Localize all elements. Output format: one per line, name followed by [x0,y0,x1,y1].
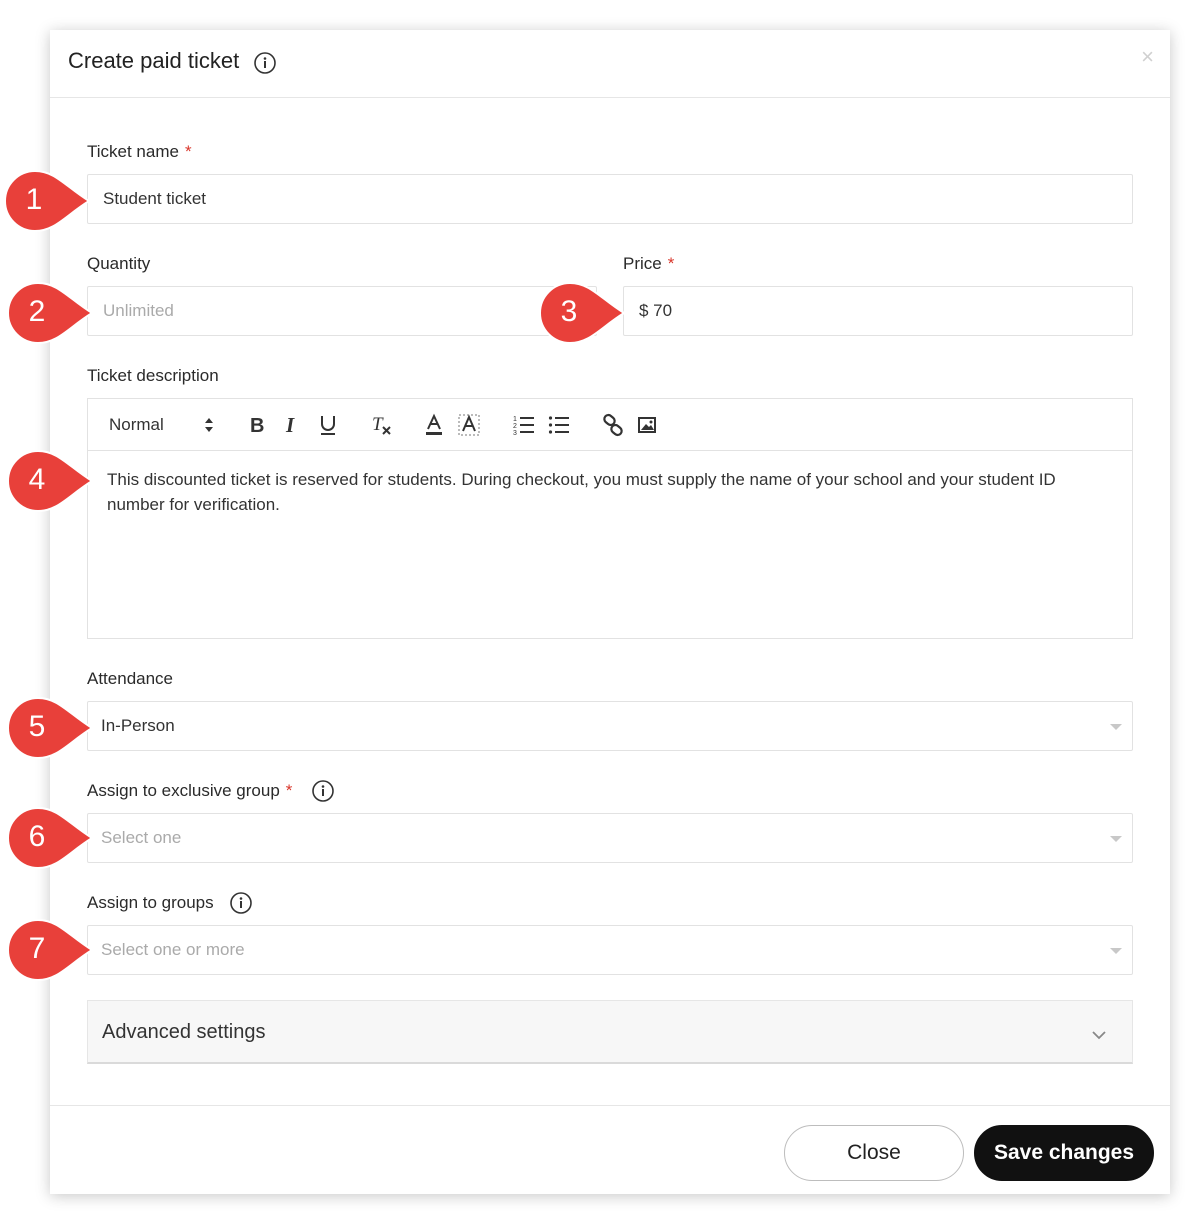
ordered-list-icon[interactable]: 123 [513,413,535,437]
callout-marker: 1 [3,168,93,233]
image-icon[interactable] [637,413,657,437]
callout-marker: 7 [6,917,96,982]
underline-icon[interactable] [318,413,338,437]
groups-label: Assign to groups [87,893,214,912]
required-marker: * [285,781,293,800]
required-marker: * [667,254,675,273]
required-marker: * [184,142,192,161]
callout-marker: 6 [6,805,96,870]
callout-number: 7 [28,932,46,965]
info-icon[interactable] [312,780,334,802]
exclusive-group-label-text: Assign to exclusive group [87,781,280,800]
bold-icon[interactable]: B [248,413,268,437]
bullet-list-icon[interactable] [548,413,570,437]
advanced-settings-label: Advanced settings [102,1021,266,1043]
dialog-title: Create paid ticket [68,48,240,73]
format-select[interactable]: Normal [109,415,164,439]
callout-marker: 3 [538,280,628,345]
rich-text-editor: Normal B I T 123 This discounted ticket … [87,398,1133,639]
quantity-input[interactable]: Unlimited [87,286,597,336]
save-changes-button[interactable]: Save changes [974,1125,1154,1181]
link-icon[interactable] [602,413,624,437]
ticket-name-label-text: Ticket name [87,142,179,161]
attendance-select[interactable]: In-Person [87,701,1133,751]
callout-number: 4 [28,463,46,496]
info-icon[interactable] [254,52,276,74]
svg-text:2: 2 [513,423,517,430]
groups-placeholder: Select one or more [101,940,245,959]
editor-toolbar: Normal B I T 123 [88,399,1132,451]
text-color-icon[interactable] [424,413,444,437]
callout-number: 6 [28,820,46,853]
svg-text:1: 1 [513,416,517,423]
svg-text:I: I [285,413,295,437]
dropdown-caret-icon [1110,948,1122,954]
callout-number: 3 [560,295,578,328]
exclusive-group-select[interactable]: Select one [87,813,1133,863]
dialog-header: Create paid ticket × [50,30,1170,98]
callout-marker: 5 [6,695,96,760]
description-text[interactable]: This discounted ticket is reserved for s… [107,467,1107,517]
close-icon[interactable]: × [1141,44,1154,70]
svg-text:T: T [372,414,384,435]
callout-number: 2 [28,295,46,328]
close-button[interactable]: Close [784,1125,964,1181]
callout-marker: 2 [6,280,96,345]
quantity-label: Quantity [87,254,151,273]
attendance-value: In-Person [101,716,175,735]
ticket-name-label: Ticket name * [87,142,192,162]
italic-icon[interactable]: I [283,413,303,437]
ticket-name-input[interactable]: Student ticket [87,174,1133,224]
footer-divider [50,1105,1170,1106]
attendance-label: Attendance [87,669,174,688]
info-icon[interactable] [230,892,252,914]
exclusive-group-placeholder: Select one [101,828,182,847]
advanced-settings-toggle[interactable]: Advanced settings [87,1000,1133,1064]
callout-number: 1 [25,183,43,216]
chevron-down-icon [1092,1027,1106,1045]
clear-format-icon[interactable]: T [371,413,393,437]
groups-select[interactable]: Select one or more [87,925,1133,975]
svg-text:3: 3 [513,430,517,437]
price-input[interactable]: $ 70 [623,286,1133,336]
price-label-text: Price [623,254,662,273]
exclusive-group-label: Assign to exclusive group * [87,781,292,801]
updown-icon[interactable] [202,414,216,438]
highlight-icon[interactable] [458,413,480,437]
create-ticket-dialog: Create paid ticket × Ticket name * Studen… [50,30,1170,1194]
price-label: Price * [623,254,674,274]
callout-marker: 4 [6,448,96,513]
dropdown-caret-icon [1110,724,1122,730]
svg-text:B: B [250,415,264,437]
ticket-description-label: Ticket description [87,366,219,385]
callout-number: 5 [28,710,46,743]
dropdown-caret-icon [1110,836,1122,842]
